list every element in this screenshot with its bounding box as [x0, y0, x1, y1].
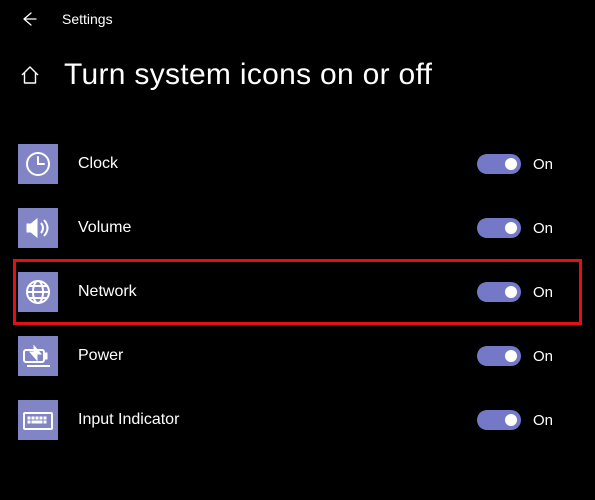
- app-title: Settings: [62, 11, 113, 27]
- page-title: Turn system icons on or off: [64, 58, 432, 92]
- list-item: Network On: [14, 260, 581, 324]
- list-item: Clock On: [14, 132, 581, 196]
- toggle-wrap: On: [477, 346, 571, 366]
- item-label: Network: [78, 283, 477, 301]
- toggle-switch[interactable]: [477, 154, 521, 174]
- toggle-knob: [505, 350, 517, 362]
- toggle-wrap: On: [477, 282, 571, 302]
- toggle-state-label: On: [533, 284, 553, 301]
- power-icon: [18, 336, 58, 376]
- system-icons-list: ClockOnVolumeOnNetworkOnPowerOnInput Ind…: [0, 132, 595, 452]
- list-item: Volume On: [14, 196, 581, 260]
- toggle-switch[interactable]: [477, 282, 521, 302]
- toggle-state-label: On: [533, 156, 553, 173]
- toggle-switch[interactable]: [477, 218, 521, 238]
- list-item: Power On: [14, 324, 581, 388]
- toggle-state-label: On: [533, 412, 553, 429]
- back-button[interactable]: [18, 8, 40, 30]
- network-icon: [18, 272, 58, 312]
- item-label: Clock: [78, 155, 477, 173]
- home-icon: [18, 63, 42, 87]
- item-label: Input Indicator: [78, 411, 477, 429]
- volume-icon: [18, 208, 58, 248]
- toggle-wrap: On: [477, 218, 571, 238]
- toggle-state-label: On: [533, 348, 553, 365]
- toggle-switch[interactable]: [477, 410, 521, 430]
- toggle-state-label: On: [533, 220, 553, 237]
- toggle-wrap: On: [477, 154, 571, 174]
- item-label: Volume: [78, 219, 477, 237]
- item-label: Power: [78, 347, 477, 365]
- toggle-switch[interactable]: [477, 346, 521, 366]
- toggle-knob: [505, 158, 517, 170]
- list-item: Input Indicator On: [14, 388, 581, 452]
- toggle-knob: [505, 222, 517, 234]
- toggle-knob: [505, 414, 517, 426]
- keyboard-icon: [18, 400, 58, 440]
- toggle-knob: [505, 286, 517, 298]
- toggle-wrap: On: [477, 410, 571, 430]
- back-arrow-icon: [20, 10, 38, 28]
- clock-icon: [18, 144, 58, 184]
